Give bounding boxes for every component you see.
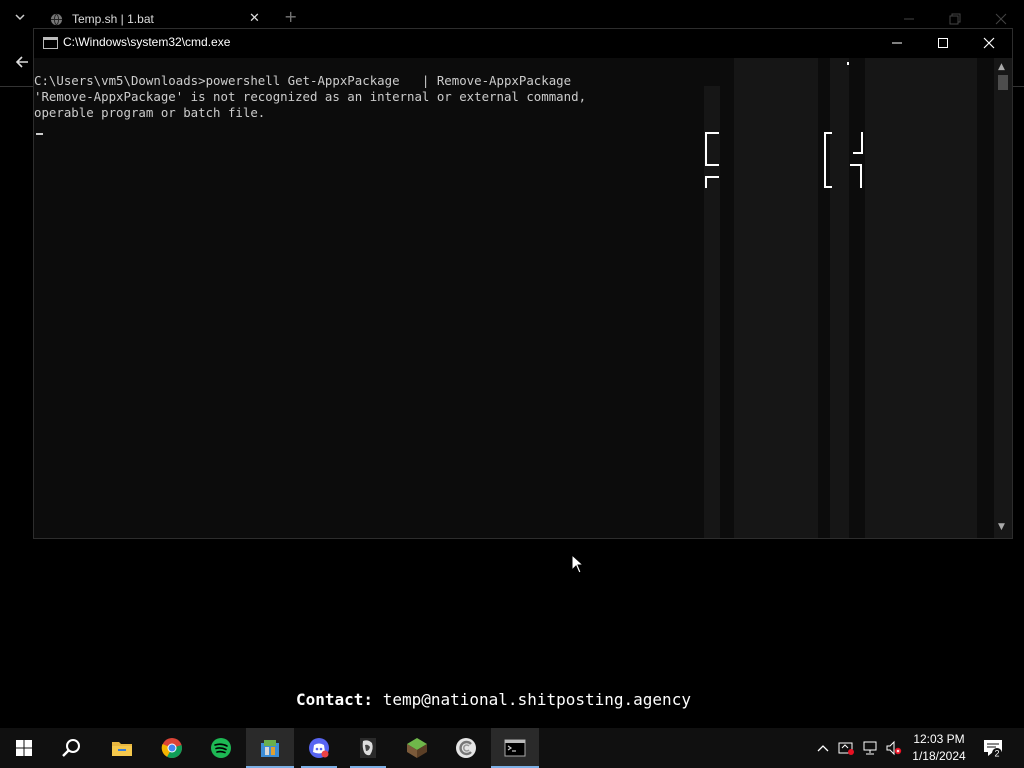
render-artifact-bracket (853, 132, 863, 154)
search-icon (62, 739, 80, 757)
scroll-down-arrow-icon[interactable]: ▼ (998, 522, 1005, 532)
close-tab-icon[interactable]: ✕ (249, 11, 260, 26)
discord-icon (309, 738, 329, 758)
taskbar-spotify[interactable] (197, 728, 245, 768)
contact-email: temp@national.shitposting.agency (382, 690, 691, 709)
clock-time: 12:03 PM (913, 732, 965, 746)
file-explorer-icon (112, 742, 132, 756)
browser-restore-icon[interactable] (948, 12, 962, 26)
minimize-icon (892, 42, 902, 44)
maximize-button[interactable] (920, 29, 966, 58)
maximize-icon (938, 38, 948, 48)
show-hidden-icons-chevron-icon[interactable] (815, 740, 831, 756)
windows-start-icon (16, 740, 32, 756)
cmd-title-bar[interactable]: C:\Windows\system32\cmd.exe (34, 29, 1012, 58)
chrome-icon (161, 738, 182, 759)
scroll-thumb[interactable] (998, 75, 1008, 90)
taskbar-app-installer[interactable] (246, 728, 294, 768)
taskbar-minecraft[interactable] (393, 728, 441, 768)
console-line-error-cont: operable program or batch file. (34, 105, 266, 120)
render-artifact-gap (720, 58, 734, 538)
vertical-scrollbar[interactable]: ▲ ▼ (994, 58, 1012, 538)
security-shield-icon[interactable] (838, 740, 854, 756)
search-button[interactable] (48, 728, 96, 768)
minimize-button[interactable] (874, 29, 920, 58)
console-output[interactable]: C:\Users\vm5\Downloads>powershell Get-Ap… (34, 58, 994, 538)
app-installer-icon (261, 740, 279, 757)
minecraft-icon (407, 738, 427, 758)
render-artifact-bracket (705, 132, 719, 166)
desktop-contact-text: Contact: temp@national.shitposting.agenc… (296, 690, 691, 709)
spotify-icon (211, 738, 231, 758)
back-arrow-icon[interactable] (14, 54, 30, 70)
browser-tab-title: Temp.sh | 1.bat (72, 12, 154, 26)
scroll-up-arrow-icon[interactable]: ▲ (998, 62, 1005, 72)
browser-minimize-icon[interactable] (902, 12, 916, 26)
ollydbg-icon (360, 738, 376, 758)
contact-label: Contact: (296, 690, 374, 709)
render-artifact-gap (849, 58, 865, 538)
mouse-pointer-icon (571, 554, 585, 574)
notification-count: 2 (994, 749, 999, 759)
cmd-window-icon[interactable] (43, 37, 58, 49)
cmd-window[interactable]: C:\Windows\system32\cmd.exe C:\Users\vm5… (33, 28, 1013, 539)
render-artifact-dot (847, 62, 849, 65)
globe-icon (50, 13, 63, 26)
clock-date: 1/18/2024 (912, 749, 966, 763)
browser-close-icon[interactable] (994, 12, 1008, 26)
close-button[interactable] (966, 29, 1012, 58)
taskbar: 12:03 PM 1/18/2024 2 (0, 728, 1024, 768)
taskbar-ollydbg[interactable] (344, 728, 392, 768)
taskbar-chrome[interactable] (148, 728, 196, 768)
taskbar-ccleaner[interactable] (442, 728, 490, 768)
taskbar-file-explorer[interactable] (98, 728, 146, 768)
cmd-icon (504, 739, 526, 757)
render-artifact-bracket (705, 176, 719, 188)
render-artifact-bracket (850, 164, 862, 188)
cmd-window-title: C:\Windows\system32\cmd.exe (63, 35, 231, 49)
render-artifact-gap (818, 58, 830, 538)
new-tab-button[interactable]: + (284, 9, 297, 25)
text-cursor (36, 133, 43, 135)
notification-center-icon[interactable]: 2 (982, 737, 1004, 759)
start-button[interactable] (0, 728, 48, 768)
console-line-error: 'Remove-AppxPackage' is not recognized a… (34, 89, 587, 104)
volume-muted-icon[interactable] (886, 740, 902, 756)
system-clock[interactable]: 12:03 PM 1/18/2024 (908, 731, 970, 765)
taskbar-discord[interactable] (295, 728, 343, 768)
tab-list-chevron-icon[interactable] (12, 12, 28, 28)
taskbar-cmd[interactable] (491, 728, 539, 768)
ccleaner-icon (456, 738, 476, 758)
render-artifact-panel (865, 58, 977, 538)
close-icon (983, 37, 995, 49)
render-artifact-bracket (824, 132, 832, 188)
network-icon[interactable] (862, 740, 878, 756)
console-line-command: C:\Users\vm5\Downloads>powershell Get-Ap… (34, 73, 572, 88)
